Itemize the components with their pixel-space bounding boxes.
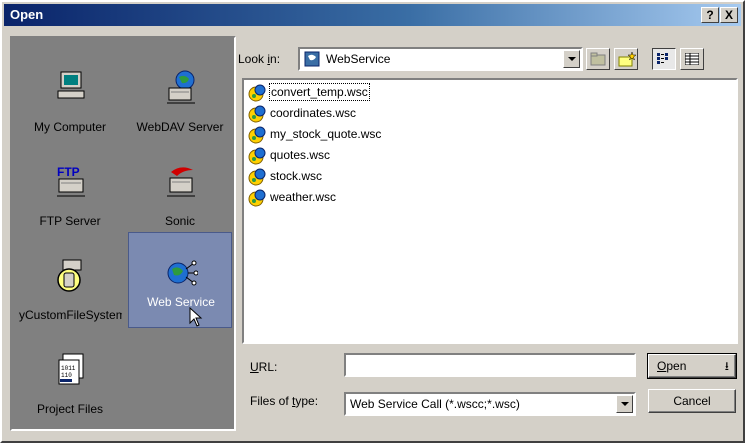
place-label: My Computer [33,120,107,134]
look-in-combo[interactable]: WebService [298,47,583,71]
details-view-button[interactable] [680,48,704,70]
open-dialog: Open ? X My Computer WebDAV Server FTP F… [0,0,745,443]
computer-icon [57,71,85,103]
wsc-file-icon [248,84,266,102]
web-service-icon [167,260,198,286]
up-folder-icon [590,52,606,66]
url-input[interactable] [344,353,636,377]
place-label: MyCustomFileSystem [18,308,122,322]
place-label: Web Service [147,295,215,309]
look-in-value: WebService [326,52,391,66]
files-of-type-combo[interactable]: Web Service Call (*.wscc;*.wsc) [344,392,636,416]
wsc-file-icon [248,105,266,123]
url-label: URL: [250,360,278,374]
close-button[interactable]: X [720,7,738,23]
place-sonic[interactable]: Sonic [128,150,232,244]
cancel-button[interactable]: Cancel [648,389,736,413]
list-view-icon [657,53,668,64]
svg-text:110: 110 [61,372,72,379]
project-files-icon: 1011 110 [58,353,84,385]
wsc-file-icon [248,147,266,165]
wsc-file-icon [248,168,266,186]
chevron-down-icon[interactable] [616,395,633,413]
window-title: Open [10,7,44,22]
sonic-server-icon [167,167,195,197]
svg-text:1011: 1011 [61,365,76,372]
mouse-cursor-icon [189,307,203,327]
place-custom-filesystem[interactable]: MyCustomFileSystem [18,244,122,338]
places-bar: My Computer WebDAV Server FTP FTP Server [10,36,236,431]
place-label: Sonic [164,214,196,228]
look-in-label: Look in: [238,52,281,66]
place-label: FTP Server [39,214,101,228]
wsc-file-icon [248,189,266,207]
place-ftp-server[interactable]: FTP FTP Server [18,150,122,244]
web-service-folder-icon [304,51,320,67]
new-folder-button[interactable] [614,48,638,70]
svg-text:FTP: FTP [57,165,80,179]
up-one-level-button[interactable] [586,48,610,70]
help-button[interactable]: ? [701,7,719,23]
open-dropdown-arrow-icon[interactable]: ⭳ [725,355,729,377]
list-view-button[interactable] [652,48,676,70]
place-web-service[interactable]: Web Service [128,232,232,328]
place-webdav-server[interactable]: WebDAV Server [128,56,232,150]
wsc-file-icon [248,126,266,144]
open-button[interactable]: Open ⭳ [647,353,737,379]
ftp-server-icon: FTP [57,165,85,197]
globe-server-icon [167,70,195,104]
files-of-type-value: Web Service Call (*.wscc;*.wsc) [350,397,520,411]
files-of-type-label: Files of type: [250,394,319,408]
place-label: WebDAV Server [136,120,224,134]
file-list[interactable]: convert_temp.wsc coordinates.wsc my_stoc… [242,78,738,344]
title-bar[interactable]: Open ? X [4,4,741,26]
details-view-icon [685,53,699,65]
place-project-files[interactable]: 1011 110 Project Files [18,338,122,432]
chevron-down-icon[interactable] [563,50,580,68]
new-folder-icon [618,51,636,67]
custom-filesystem-icon [57,259,82,292]
place-my-computer[interactable]: My Computer [18,56,122,150]
place-label: Project Files [36,402,104,416]
